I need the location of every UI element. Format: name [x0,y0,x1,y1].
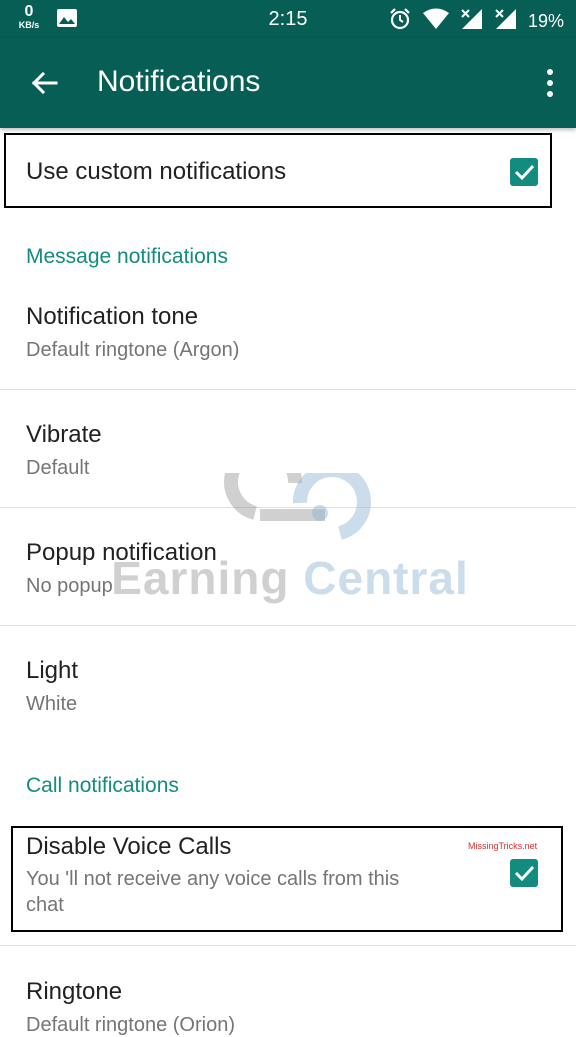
checkmark-icon [514,164,535,181]
battery-level: 19% [527,11,564,31]
vibrate-label: Vibrate [26,421,102,448]
checkmark-icon [514,865,535,882]
more-vert-icon[interactable] [544,66,556,100]
light-row[interactable]: Light White [0,626,576,736]
wifi-icon [422,8,450,35]
signal-icon [494,8,518,35]
popup-notification-value: No popup [26,575,113,597]
custom-notifications-label: Use custom notifications [26,158,287,185]
back-arrow-icon[interactable] [28,66,62,100]
app-bar: Notifications [0,38,576,128]
message-notifications-header: Message notifications [26,245,228,268]
ringtone-row[interactable]: Ringtone Default ringtone (Orion) [0,946,576,1036]
notification-tone-label: Notification tone [26,303,199,330]
ringtone-value: Default ringtone (Orion) [26,1014,235,1036]
vibrate-row[interactable]: Vibrate Default [0,390,576,506]
light-label: Light [26,657,79,684]
ringtone-label: Ringtone [26,978,123,1005]
notification-tone-row[interactable]: Notification tone Default ringtone (Argo… [0,278,576,388]
disable-voice-calls-label: Disable Voice Calls [26,833,232,860]
light-value: White [26,693,78,715]
signal-icon [460,8,484,35]
vibrate-value: Default [26,457,90,479]
alarm-icon [388,7,412,36]
popup-notification-row[interactable]: Popup notification No popup [0,508,576,624]
missingtricks-watermark: MissingTricks.net [468,841,538,851]
custom-notifications-checkbox[interactable] [510,158,538,186]
disable-voice-calls-checkbox[interactable] [510,859,538,887]
popup-notification-label: Popup notification [26,539,217,566]
status-bar: 0 KB/s 2:15 19% [0,0,576,38]
call-notifications-header: Call notifications [26,774,179,797]
notification-tone-value: Default ringtone (Argon) [26,339,240,361]
custom-notifications-row[interactable]: Use custom notifications [4,133,552,208]
disable-voice-calls-description: chat [26,894,64,916]
page-title: Notifications [97,65,261,98]
disable-voice-calls-description: You 'll not receive any voice calls from… [26,868,400,890]
